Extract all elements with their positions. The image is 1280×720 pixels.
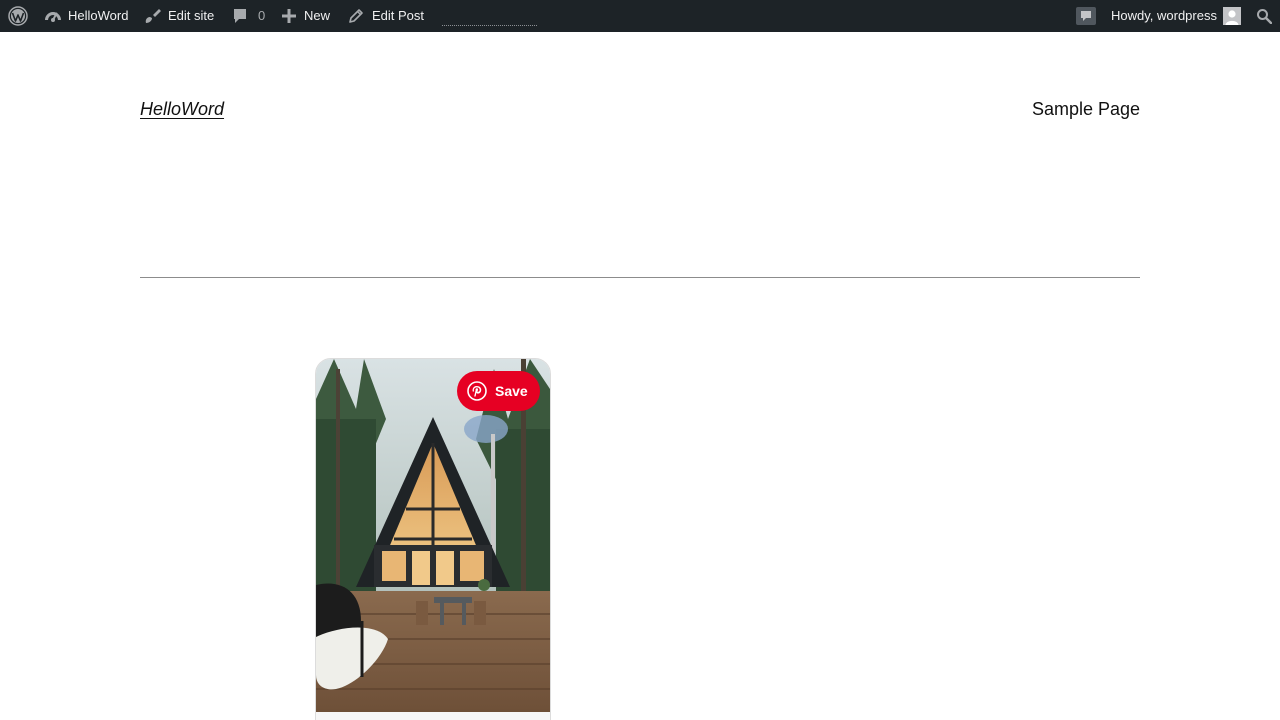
pinterest-icon [467, 381, 487, 401]
new-content-menu[interactable]: New [282, 0, 330, 32]
admin-bar: HelloWord Edit site 0 New Edit Post Howd… [0, 0, 1280, 32]
dashboard-icon [44, 8, 62, 24]
pin-card[interactable]: Save [315, 358, 551, 720]
edit-site-label: Edit site [168, 8, 215, 23]
avatar [1222, 7, 1241, 25]
edit-post-link[interactable]: Edit Post [348, 0, 424, 32]
my-account-menu[interactable]: Howdy, wordpress [1111, 0, 1241, 32]
edit-site-link[interactable]: Edit site [144, 0, 214, 32]
comment-icon [233, 8, 247, 24]
admin-search-button[interactable] [1255, 0, 1273, 32]
howdy-label: Howdy, wordpress [1111, 8, 1217, 23]
edit-post-label: Edit Post [372, 8, 425, 23]
admin-bar-placeholder-item[interactable] [442, 25, 537, 26]
pin-image-cabin [316, 359, 550, 712]
comments-count: 0 [258, 8, 266, 23]
notifications-button[interactable] [1076, 0, 1096, 32]
brush-icon [144, 8, 162, 24]
notification-icon [1076, 7, 1096, 25]
site-title-link[interactable]: HelloWord [140, 99, 224, 120]
separator [140, 277, 1140, 278]
search-icon [1256, 8, 1272, 24]
pinterest-save-label: Save [495, 383, 528, 399]
comments-link[interactable]: 0 [233, 0, 265, 32]
pencil-icon [348, 8, 364, 24]
wp-logo-menu[interactable] [6, 0, 30, 32]
wordpress-logo-icon [8, 6, 28, 26]
nav-item-sample-page[interactable]: Sample Page [1032, 99, 1140, 120]
admin-site-name[interactable]: HelloWord [44, 0, 128, 32]
pinterest-save-button[interactable]: Save [457, 371, 540, 411]
admin-site-name-label: HelloWord [68, 8, 129, 23]
plus-icon [282, 9, 296, 23]
new-content-label: New [304, 8, 331, 23]
